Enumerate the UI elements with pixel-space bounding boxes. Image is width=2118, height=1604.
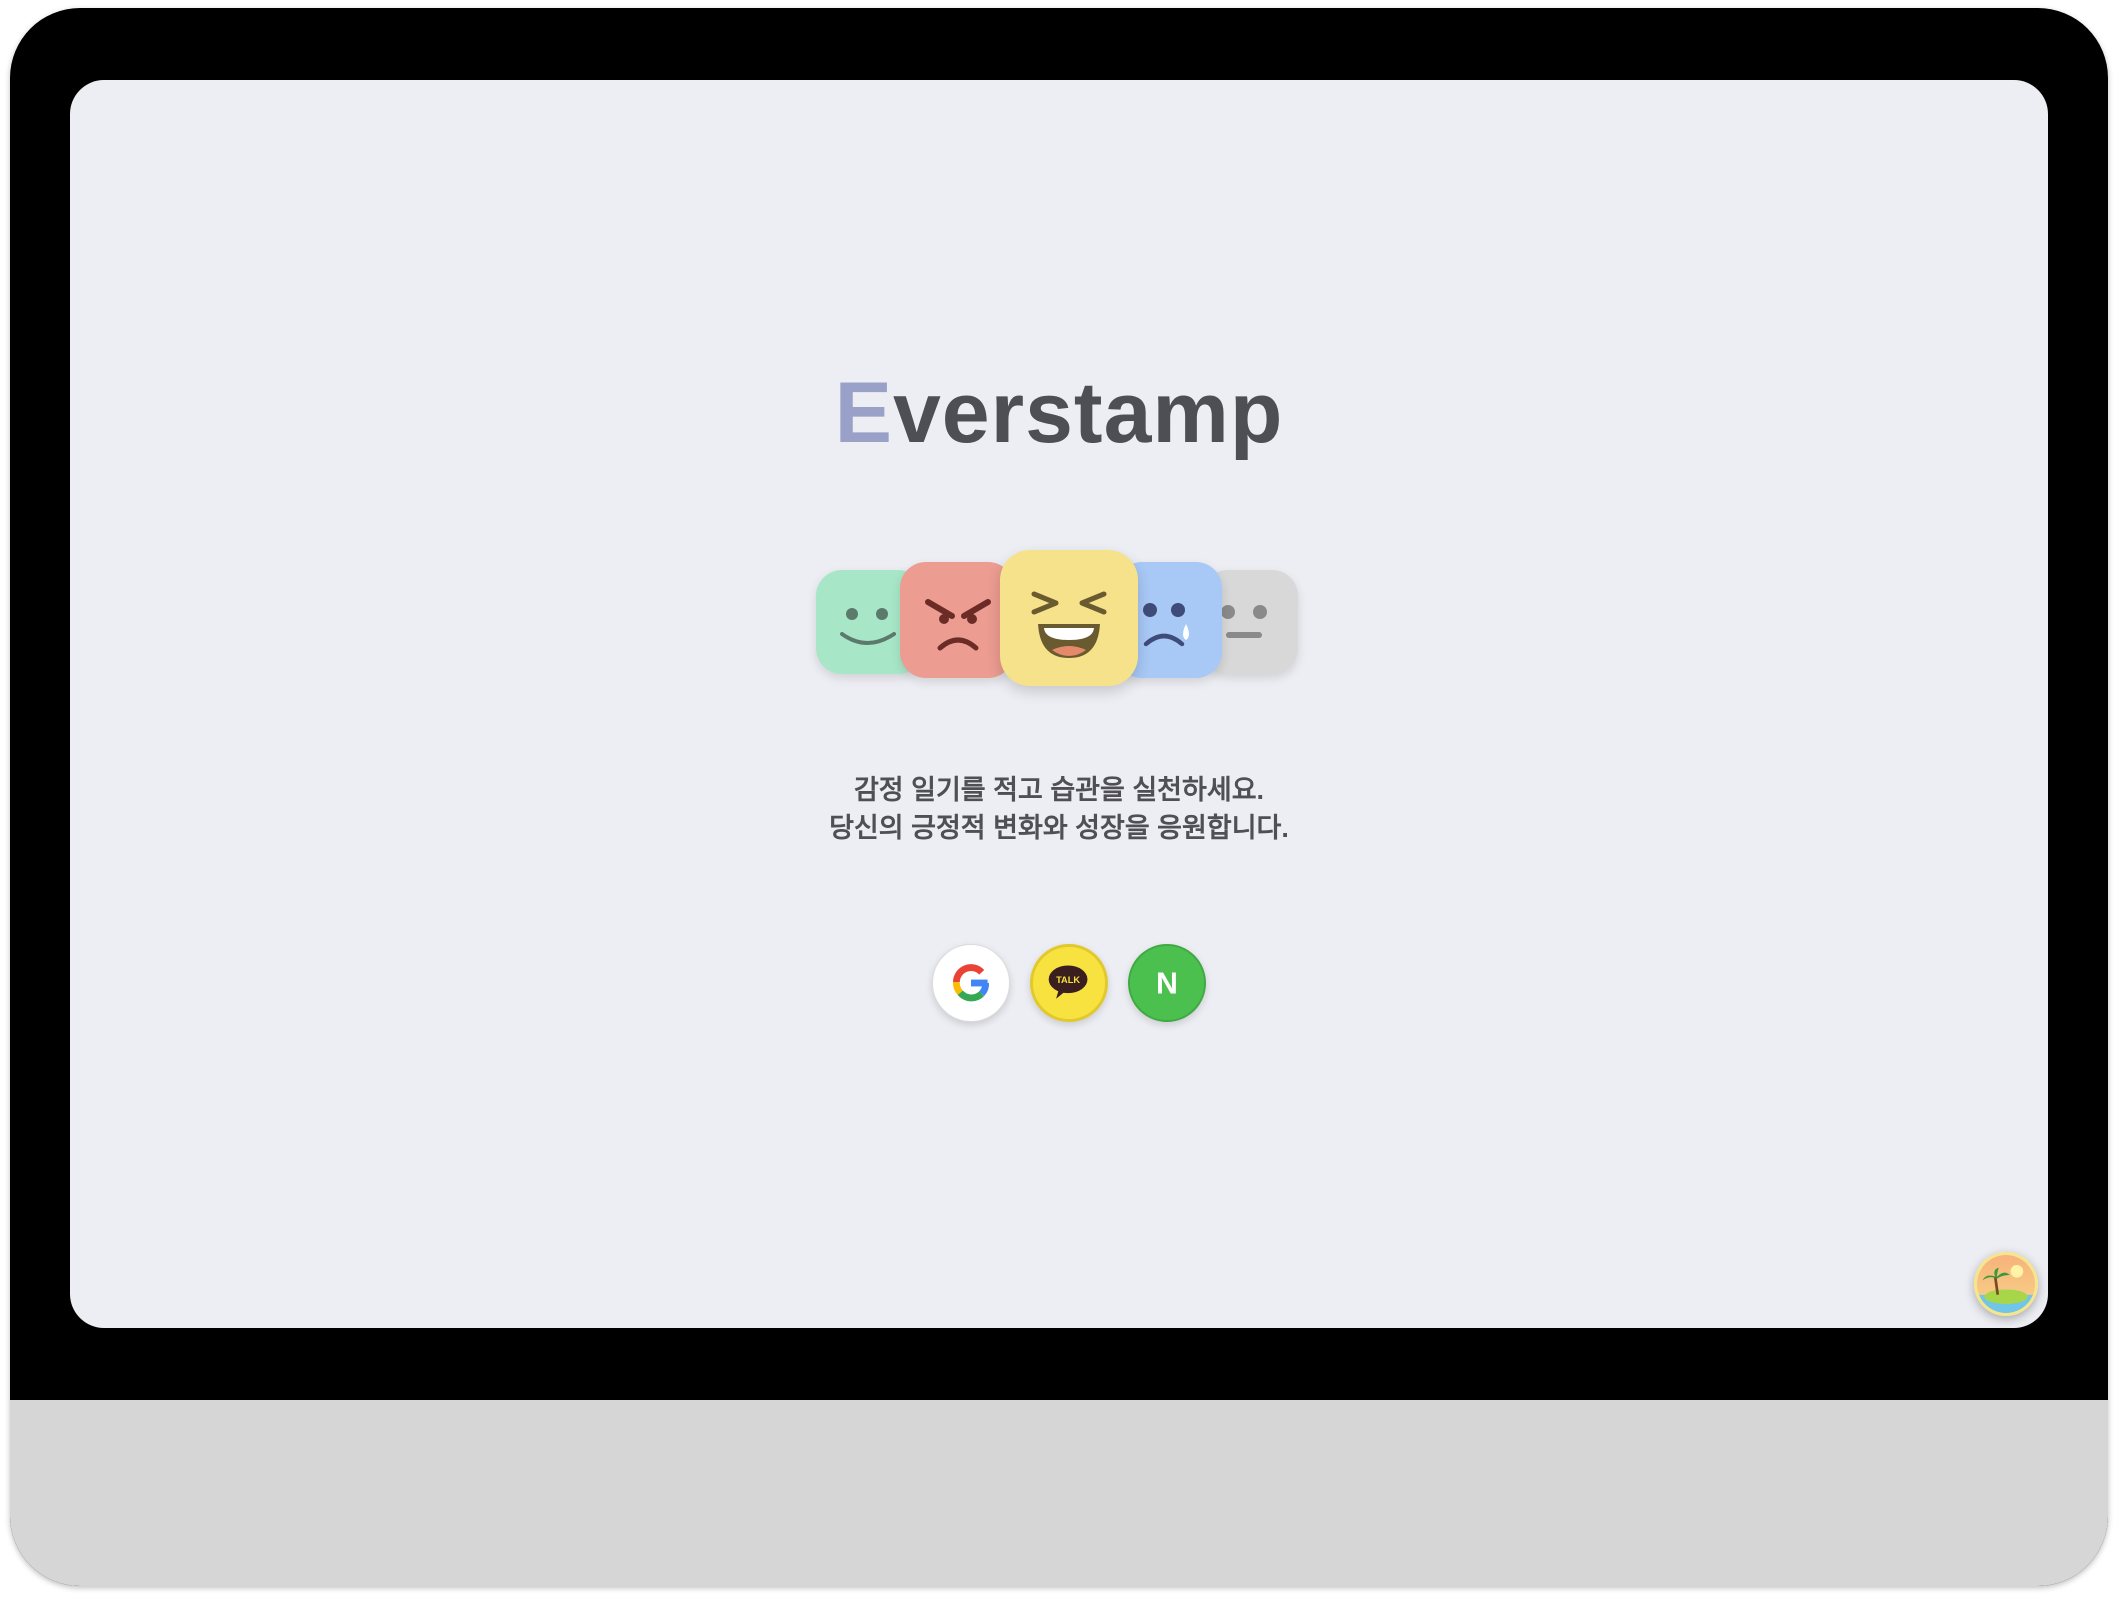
beach-island-avatar[interactable] xyxy=(1974,1252,2038,1316)
google-login-button[interactable] xyxy=(932,944,1010,1022)
tagline-line-2: 당신의 긍정적 변화와 성장을 응원합니다. xyxy=(829,813,1289,843)
kakao-talk-label: TALK xyxy=(1056,975,1080,985)
google-icon xyxy=(952,964,990,1002)
kakao-login-button[interactable]: TALK xyxy=(1030,944,1108,1022)
tagline-line-1: 감정 일기를 적고 습관을 실천하세요. xyxy=(853,775,1265,805)
naver-icon: N xyxy=(1156,967,1178,1000)
mood-stamps xyxy=(70,80,2048,1328)
laughing-face-icon xyxy=(1031,591,1107,658)
angry-face-icon xyxy=(925,599,991,651)
monitor-frame: Everstamp 감정 일기를 적고 습관을 실천하세요. 당신의 긍정적 변… xyxy=(10,8,2108,1586)
mood-stamp-laughing xyxy=(1000,550,1138,686)
naver-label: N xyxy=(1156,967,1178,1000)
monitor-chin xyxy=(10,1400,2108,1586)
app-screen: Everstamp 감정 일기를 적고 습관을 실천하세요. 당신의 긍정적 변… xyxy=(70,80,2048,1328)
kakao-talk-icon: TALK xyxy=(1048,965,1088,999)
mood-stamp-angry xyxy=(900,562,1014,678)
naver-login-button[interactable]: N xyxy=(1128,944,1206,1022)
palm-island-icon xyxy=(1977,1255,2035,1313)
